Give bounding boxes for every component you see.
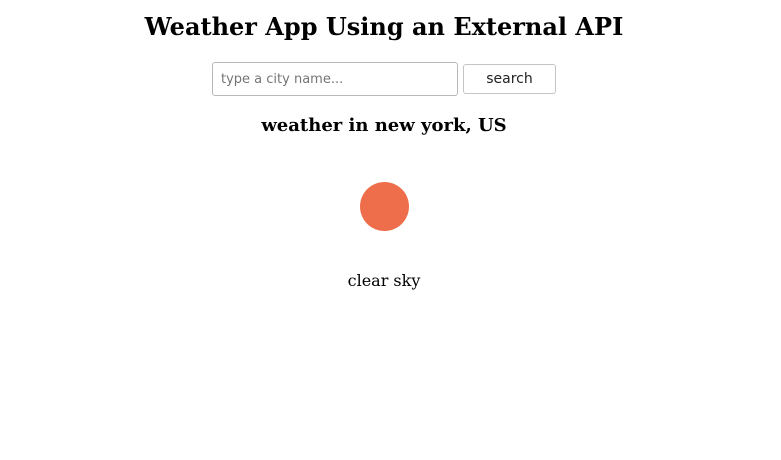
sun-icon [360, 182, 409, 231]
search-button[interactable]: search [463, 64, 556, 94]
weather-description: clear sky [347, 271, 421, 290]
weather-app-page: Weather App Using an External API search… [0, 0, 781, 460]
city-search-input[interactable] [212, 62, 458, 96]
location-heading: weather in new york, US [261, 115, 507, 136]
page-title: Weather App Using an External API [144, 12, 624, 41]
